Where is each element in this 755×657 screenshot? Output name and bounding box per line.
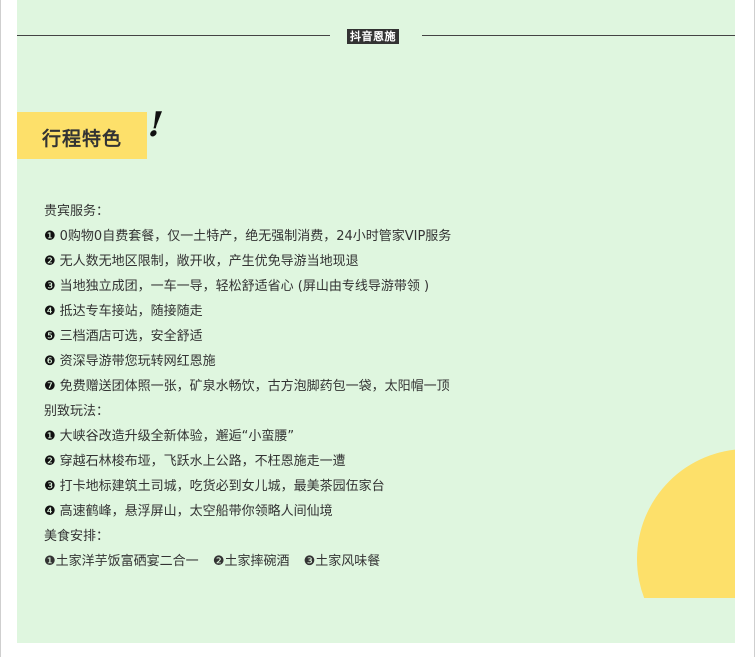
list-item-text: 免费赠送团体照一张，矿泉水畅饮，古方泡脚药包一袋，太阳帽一顶 [59, 379, 450, 394]
frame-border-left [0, 0, 1, 657]
number-badge: ❻ [44, 354, 56, 369]
list-item: ❸ 打卡地标建筑土司城，吃货必到女儿城，最美茶园伍家台 [44, 474, 724, 499]
list-item: ❼ 免费赠送团体照一张，矿泉水畅饮，古方泡脚药包一袋，太阳帽一顶 [44, 374, 724, 399]
number-badge: ❷ [212, 554, 225, 569]
number-badge: ❸ [44, 279, 56, 294]
list-item-text: 无人数无地区限制，敞开收，产生优免导游当地现退 [59, 254, 359, 269]
number-badge: ❹ [44, 304, 56, 319]
itinerary-panel: 抖音恩施 行程特色 ! 贵宾服务： ❶ 0购物0自费套餐，仅一土特产，绝无强制消费… [17, 0, 735, 643]
list-item-text: 当地独立成团，一车一导，轻松舒适省心 (屏山由专线导游带领 ) [59, 279, 430, 294]
number-badge: ❶ [44, 554, 56, 569]
feature-content: 贵宾服务： ❶ 0购物0自费套餐，仅一土特产，绝无强制消费，24小时管家VIP服务… [44, 199, 724, 574]
number-badge: ❷ [44, 254, 56, 269]
list-item: ❸ 当地独立成团，一车一导，轻松舒适省心 (屏山由专线导游带领 ) [44, 274, 724, 299]
list-item: ❹ 抵达专车接站，随接随走 [44, 299, 724, 324]
list-item: ❶ 0购物0自费套餐，仅一土特产，绝无强制消费，24小时管家VIP服务 [44, 224, 724, 249]
list-item-text: 打卡地标建筑土司城，吃货必到女儿城，最美茶园伍家台 [59, 479, 385, 494]
number-badge: ❶ [44, 429, 56, 444]
food-list: ❶土家洋芋饭富硒宴二合一 ❷土家摔碗酒 ❸土家风味餐 [44, 549, 724, 574]
list-item: ❶土家洋芋饭富硒宴二合一 [44, 554, 199, 569]
number-badge: ❸ [44, 479, 56, 494]
number-badge: ❶ [44, 229, 56, 244]
list-item: ❺ 三档酒店可选，安全舒适 [44, 324, 724, 349]
list-item-text: 0购物0自费套餐，仅一土特产，绝无强制消费，24小时管家VIP服务 [59, 229, 452, 244]
food-heading: 美食安排： [44, 529, 110, 544]
list-item-text: 高速鹤峰，悬浮屏山，太空船带你领略人间仙境 [59, 504, 333, 519]
list-item-text: 穿越石林梭布垭，飞跃水上公路，不枉恩施走一遭 [59, 454, 346, 469]
play-heading: 别致玩法： [44, 404, 110, 419]
vip-heading: 贵宾服务： [44, 204, 110, 219]
list-item-text: 大峡谷改造升级全新体验，邂逅“小蛮腰” [59, 429, 295, 444]
list-item-text: 三档酒店可选，安全舒适 [59, 329, 203, 344]
number-badge: ❸ [303, 554, 316, 569]
list-item: ❹ 高速鹤峰，悬浮屏山，太空船带你领略人间仙境 [44, 499, 724, 524]
list-item-text: 土家摔碗酒 [224, 554, 290, 569]
list-item-text: 土家风味餐 [315, 554, 381, 569]
list-item: ❶ 大峡谷改造升级全新体验，邂逅“小蛮腰” [44, 424, 724, 449]
list-item-text: 资深导游带您玩转网红恩施 [59, 354, 216, 369]
list-item-text: 土家洋芋饭富硒宴二合一 [55, 554, 199, 569]
list-item-text: 抵达专车接站，随接随走 [59, 304, 203, 319]
number-badge: ❼ [44, 379, 56, 394]
list-item: ❸土家风味餐 [304, 554, 381, 569]
number-badge: ❺ [44, 329, 56, 344]
number-badge: ❷ [44, 454, 56, 469]
section-title: 行程特色 [42, 128, 123, 150]
list-item: ❷土家摔碗酒 [213, 554, 290, 569]
list-item: ❷ 无人数无地区限制，敞开收，产生优免导游当地现退 [44, 249, 724, 274]
list-item: ❻ 资深导游带您玩转网红恩施 [44, 349, 724, 374]
number-badge: ❹ [44, 504, 56, 519]
list-item: ❷ 穿越石林梭布垭，飞跃水上公路，不枉恩施走一遭 [44, 449, 724, 474]
